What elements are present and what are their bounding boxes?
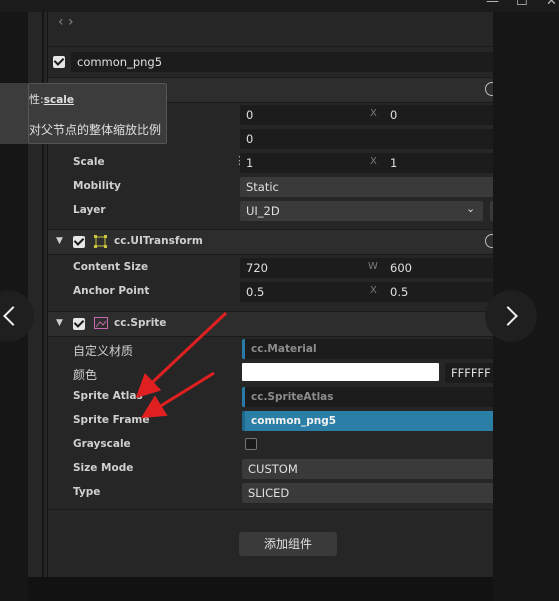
chevron-left-icon xyxy=(3,306,23,326)
annotation-arrows xyxy=(135,311,228,419)
arrow-to-sprite-atlas xyxy=(135,311,228,399)
next-image-button[interactable] xyxy=(485,290,537,342)
chevron-right-icon xyxy=(498,306,518,326)
